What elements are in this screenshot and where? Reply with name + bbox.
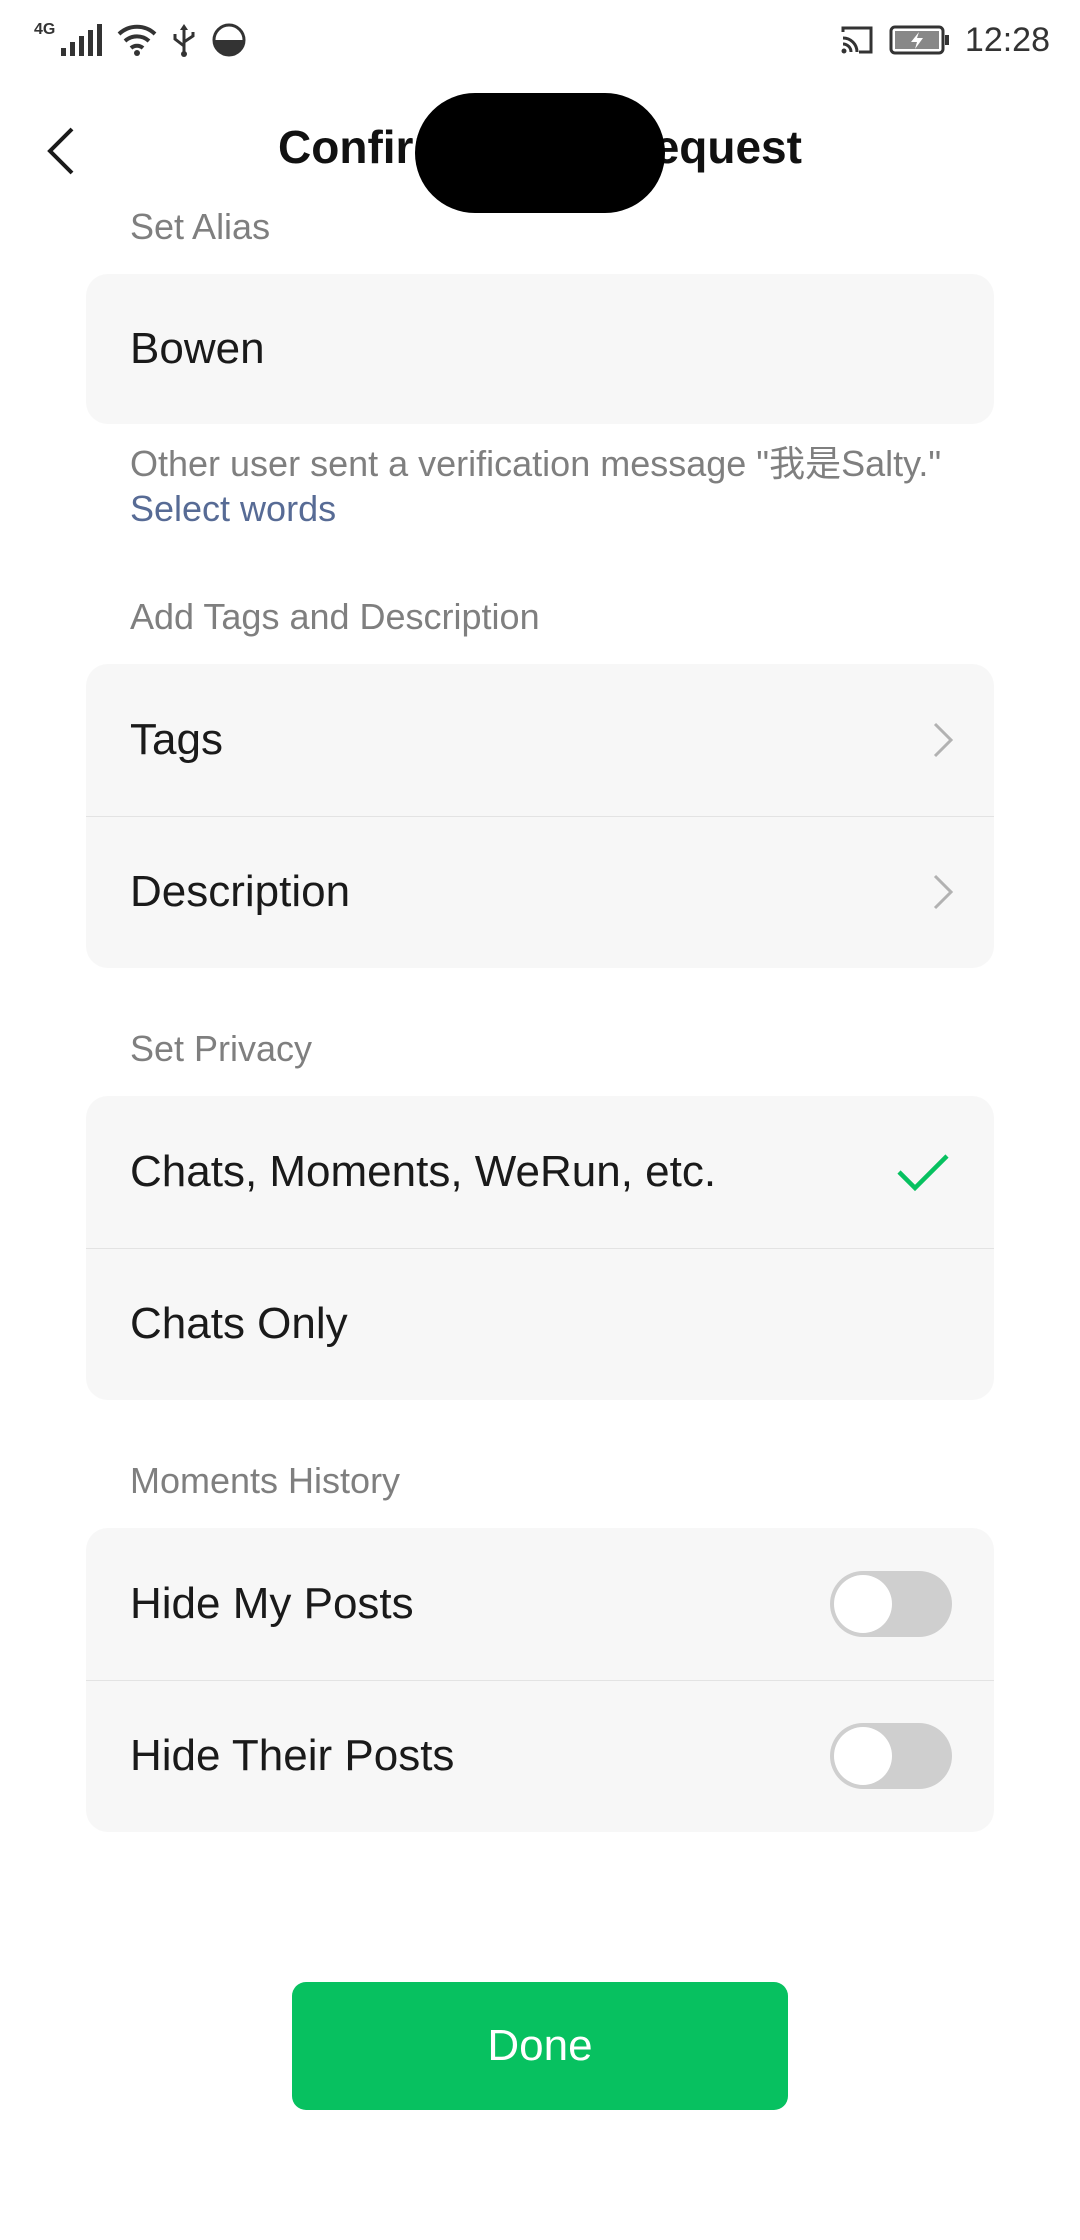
- chevron-right-icon: [933, 722, 954, 758]
- wifi-icon: [117, 24, 157, 56]
- signal-icon: [61, 24, 103, 56]
- alias-section-label: Set Alias: [130, 206, 271, 247]
- moments-card: Hide My Posts Hide Their Posts: [86, 1528, 994, 1832]
- hide-their-posts-row: Hide Their Posts: [86, 1680, 994, 1832]
- hide-their-posts-toggle[interactable]: [830, 1723, 952, 1789]
- privacy-option-all[interactable]: Chats, Moments, WeRun, etc.: [86, 1096, 994, 1248]
- data-saver-icon: [212, 23, 246, 57]
- moments-section-label: Moments History: [130, 1460, 401, 1501]
- description-row[interactable]: Description: [86, 816, 994, 968]
- verification-message: Other user sent a verification message "…: [130, 443, 942, 484]
- privacy-option-label: Chats Only: [130, 1299, 348, 1348]
- done-button[interactable]: Done: [292, 1982, 788, 2110]
- checkmark-icon: [897, 1154, 949, 1192]
- privacy-section-label: Set Privacy: [130, 1028, 313, 1069]
- network-type: 4G: [34, 21, 56, 38]
- chevron-right-icon: [933, 874, 954, 910]
- hide-my-posts-toggle[interactable]: [830, 1571, 952, 1637]
- redaction-mark: [415, 93, 665, 213]
- usb-icon: [173, 24, 195, 57]
- toggle-knob: [834, 1727, 892, 1785]
- hide-my-posts-label: Hide My Posts: [130, 1579, 414, 1628]
- description-label: Description: [130, 867, 351, 916]
- nav-bar: Confirm Friend Request: [0, 80, 1080, 220]
- tags-card: Tags Description: [86, 664, 994, 968]
- tags-section-label: Add Tags and Description: [130, 596, 540, 637]
- status-time: 12:28: [964, 20, 1050, 59]
- status-bar: 4G 12:28: [0, 0, 1080, 80]
- privacy-card: Chats, Moments, WeRun, etc. Chats Only: [86, 1096, 994, 1400]
- tags-label: Tags: [130, 715, 223, 764]
- status-icons-right: 12:28: [839, 18, 1050, 62]
- toggle-knob: [834, 1575, 892, 1633]
- hide-my-posts-row: Hide My Posts: [86, 1528, 994, 1680]
- status-icons-left: 4G: [34, 18, 247, 62]
- battery-charging-icon: [889, 25, 949, 55]
- hide-their-posts-label: Hide Their Posts: [130, 1731, 455, 1780]
- alias-input[interactable]: Bowen: [86, 274, 994, 424]
- alias-card: Bowen: [86, 274, 994, 424]
- select-words-link[interactable]: Select words: [130, 488, 336, 530]
- privacy-option-chats-only[interactable]: Chats Only: [86, 1248, 994, 1400]
- tags-row[interactable]: Tags: [86, 664, 994, 816]
- cast-icon: [841, 26, 873, 54]
- privacy-option-label: Chats, Moments, WeRun, etc.: [130, 1147, 717, 1196]
